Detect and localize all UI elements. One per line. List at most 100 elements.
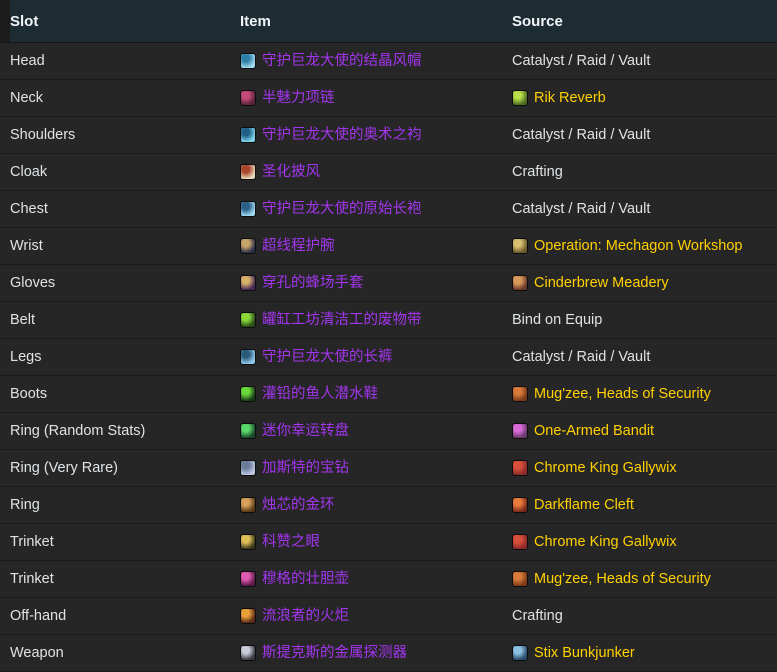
table-row[interactable]: Chest 守护巨龙大使的原始长袍 Catalyst / Raid / Vault: [0, 190, 777, 228]
table-row[interactable]: Trinket 穆格的壮胆壶 Mug'zee, Heads of Security: [0, 560, 777, 598]
source-link[interactable]: Chrome King Gallywix: [512, 460, 777, 476]
table-row[interactable]: Head 守护巨龙大使的结晶风帽 Catalyst / Raid / Vault: [0, 42, 777, 80]
item-name[interactable]: 穿孔的蜂场手套: [262, 276, 364, 291]
source-name[interactable]: Cinderbrew Meadery: [534, 276, 669, 291]
item-name[interactable]: 烛芯的金环: [262, 498, 335, 513]
source-link[interactable]: Operation: Mechagon Workshop: [512, 238, 777, 254]
cell-slot: Belt: [10, 301, 240, 339]
cell-item: 守护巨龙大使的长裤: [240, 338, 512, 376]
table-row[interactable]: Wrist 超线程护腕 Operation: Mechagon Workshop: [0, 227, 777, 265]
item-name[interactable]: 流浪者的火炬: [262, 609, 349, 624]
source-link[interactable]: Chrome King Gallywix: [512, 534, 777, 550]
item-link[interactable]: 超线程护腕: [240, 238, 512, 254]
source-link[interactable]: Mug'zee, Heads of Security: [512, 386, 777, 402]
item-link[interactable]: 穆格的壮胆壶: [240, 571, 512, 587]
item-name[interactable]: 迷你幸运转盘: [262, 424, 349, 439]
item-name[interactable]: 科赞之眼: [262, 535, 320, 550]
source-name[interactable]: Darkflame Cleft: [534, 498, 634, 513]
source-link[interactable]: Darkflame Cleft: [512, 497, 777, 513]
cell-slot: Legs: [10, 338, 240, 376]
source-text: Crafting: [512, 165, 777, 180]
item-name[interactable]: 圣化披风: [262, 165, 320, 180]
row-gutter: [0, 227, 10, 265]
table-row[interactable]: Ring (Random Stats) 迷你幸运转盘 One-Armed Bandi…: [0, 412, 777, 450]
cell-item: 迷你幸运转盘: [240, 412, 512, 450]
item-icon-gasters-gem: [240, 460, 256, 476]
source-name[interactable]: One-Armed Bandit: [534, 424, 654, 439]
source-link[interactable]: One-Armed Bandit: [512, 423, 777, 439]
column-header-slot[interactable]: Slot: [10, 0, 240, 43]
table-row[interactable]: Trinket 科赞之眼 Chrome King Gallywix: [0, 523, 777, 561]
cell-source: Cinderbrew Meadery: [512, 264, 777, 302]
item-link[interactable]: 迷你幸运转盘: [240, 423, 512, 439]
slot-label: Belt: [10, 312, 35, 328]
item-name[interactable]: 守护巨龙大使的长裤: [262, 350, 393, 365]
table-row[interactable]: Shoulders 守护巨龙大使的奥术之袀 Catalyst / Raid / Va…: [0, 116, 777, 154]
table-row[interactable]: Ring 烛芯的金环 Darkflame Cleft: [0, 486, 777, 524]
table-row[interactable]: Gloves 穿孔的蜂场手套 Cinderbrew Meadery: [0, 264, 777, 302]
item-name[interactable]: 半魅力项链: [262, 91, 335, 106]
table-row[interactable]: Legs 守护巨龙大使的长裤 Catalyst / Raid / Vault: [0, 338, 777, 376]
source-name[interactable]: Operation: Mechagon Workshop: [534, 239, 743, 254]
cell-item: 烛芯的金环: [240, 486, 512, 524]
item-name[interactable]: 斯提克斯的金属探测器: [262, 646, 407, 661]
cell-slot: Ring: [10, 486, 240, 524]
item-link[interactable]: 半魅力项链: [240, 90, 512, 106]
source-name[interactable]: Mug'zee, Heads of Security: [534, 387, 711, 402]
cell-source: Chrome King Gallywix: [512, 523, 777, 561]
item-icon-crystal-cowl: [240, 53, 256, 69]
item-link[interactable]: 穿孔的蜂场手套: [240, 275, 512, 291]
cell-item: 斯提克斯的金属探测器: [240, 634, 512, 672]
source-name[interactable]: Mug'zee, Heads of Security: [534, 572, 711, 587]
item-link[interactable]: 斯提克斯的金属探测器: [240, 645, 512, 661]
table-row[interactable]: Weapon 斯提克斯的金属探测器 Stix Bunkjunker: [0, 634, 777, 672]
column-header-item[interactable]: Item: [240, 0, 512, 43]
source-name[interactable]: Rik Reverb: [534, 91, 606, 106]
item-link[interactable]: 守护巨龙大使的原始长袍: [240, 201, 512, 217]
column-header-source[interactable]: Source: [512, 0, 777, 43]
source-link[interactable]: Stix Bunkjunker: [512, 645, 777, 661]
item-link[interactable]: 守护巨龙大使的结晶风帽: [240, 53, 512, 69]
item-link[interactable]: 流浪者的火炬: [240, 608, 512, 624]
cell-slot: Cloak: [10, 153, 240, 191]
item-link[interactable]: 罐缸工坊清洁工的废物带: [240, 312, 512, 328]
item-icon-apiary-gloves: [240, 275, 256, 291]
item-link[interactable]: 守护巨龙大使的长裤: [240, 349, 512, 365]
table-row[interactable]: Ring (Very Rare) 加斯特的宝钻 Chrome King Gallyw…: [0, 449, 777, 487]
slot-label: Weapon: [10, 645, 64, 661]
item-name[interactable]: 灌铅的鱼人潜水鞋: [262, 387, 378, 402]
table-row[interactable]: Cloak 圣化披风 Crafting: [0, 153, 777, 191]
item-link[interactable]: 烛芯的金环: [240, 497, 512, 513]
cell-slot: Neck: [10, 79, 240, 117]
item-name[interactable]: 穆格的壮胆壶: [262, 572, 349, 587]
cell-source: Bind on Equip: [512, 301, 777, 339]
source-link[interactable]: Rik Reverb: [512, 90, 777, 106]
source-name[interactable]: Stix Bunkjunker: [534, 646, 635, 661]
item-name[interactable]: 守护巨龙大使的原始长袍: [262, 202, 422, 217]
source-name[interactable]: Chrome King Gallywix: [534, 535, 677, 550]
source-link[interactable]: Mug'zee, Heads of Security: [512, 571, 777, 587]
header-gutter: [0, 0, 10, 43]
item-link[interactable]: 圣化披风: [240, 164, 512, 180]
item-name[interactable]: 守护巨龙大使的结晶风帽: [262, 54, 422, 69]
item-name[interactable]: 罐缸工坊清洁工的废物带: [262, 313, 422, 328]
row-gutter: [0, 449, 10, 487]
source-link[interactable]: Cinderbrew Meadery: [512, 275, 777, 291]
item-link[interactable]: 加斯特的宝钻: [240, 460, 512, 476]
item-name[interactable]: 守护巨龙大使的奥术之袀: [262, 128, 422, 143]
item-icon-metal-detector: [240, 645, 256, 661]
source-name[interactable]: Chrome King Gallywix: [534, 461, 677, 476]
table-row[interactable]: Off-hand 流浪者的火炬 Crafting: [0, 597, 777, 635]
slot-label: Ring (Very Rare): [10, 460, 118, 476]
item-link[interactable]: 灌铅的鱼人潜水鞋: [240, 386, 512, 402]
item-name[interactable]: 超线程护腕: [262, 239, 335, 254]
item-name[interactable]: 加斯特的宝钻: [262, 461, 349, 476]
row-gutter: [0, 301, 10, 339]
cell-slot: Ring (Random Stats): [10, 412, 240, 450]
item-link[interactable]: 守护巨龙大使的奥术之袀: [240, 127, 512, 143]
item-link[interactable]: 科赞之眼: [240, 534, 512, 550]
table-row[interactable]: Neck 半魅力项链 Rik Reverb: [0, 79, 777, 117]
source-text: Crafting: [512, 609, 777, 624]
table-row[interactable]: Belt 罐缸工坊清洁工的废物带 Bind on Equip: [0, 301, 777, 339]
table-row[interactable]: Boots 灌铅的鱼人潜水鞋 Mug'zee, Heads of Security: [0, 375, 777, 413]
